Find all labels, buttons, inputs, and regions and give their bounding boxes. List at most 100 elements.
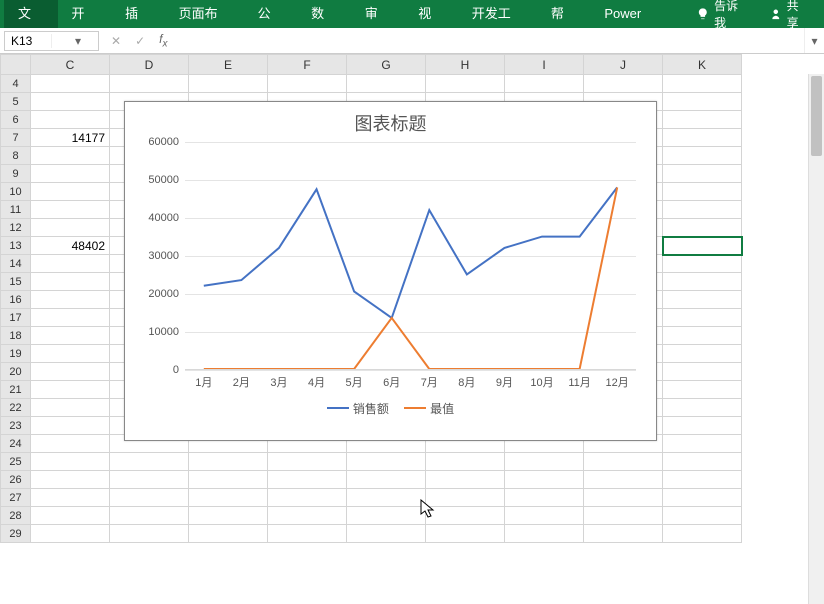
row-header-27[interactable]: 27 <box>1 489 31 507</box>
cell-I28[interactable] <box>505 507 584 525</box>
cell-C11[interactable] <box>31 201 110 219</box>
row-header-16[interactable]: 16 <box>1 291 31 309</box>
cell-C25[interactable] <box>31 453 110 471</box>
cell-C24[interactable] <box>31 435 110 453</box>
col-header-H[interactable]: H <box>426 55 505 75</box>
chart[interactable]: 图表标题 0100002000030000400005000060000 1月2… <box>124 101 657 441</box>
ribbon-tab-developer[interactable]: 开发工具 <box>458 0 537 28</box>
name-box[interactable]: K13 ▾ <box>4 31 99 51</box>
spreadsheet-grid[interactable]: CDEFGHIJK4567141778910111213484021415161… <box>0 54 824 604</box>
cell-J26[interactable] <box>584 471 663 489</box>
row-header-6[interactable]: 6 <box>1 111 31 129</box>
cell-G4[interactable] <box>347 75 426 93</box>
cell-C23[interactable] <box>31 417 110 435</box>
ribbon-tab-insert[interactable]: 插入 <box>111 0 165 28</box>
scrollbar-thumb[interactable] <box>811 76 822 156</box>
row-header-13[interactable]: 13 <box>1 237 31 255</box>
select-all-corner[interactable] <box>1 55 31 75</box>
cell-H28[interactable] <box>426 507 505 525</box>
cell-K15[interactable] <box>663 273 742 291</box>
cell-K17[interactable] <box>663 309 742 327</box>
cell-C4[interactable] <box>31 75 110 93</box>
ribbon-tab-data[interactable]: 数据 <box>297 0 351 28</box>
cell-J4[interactable] <box>584 75 663 93</box>
vertical-scrollbar[interactable] <box>808 74 824 604</box>
cell-C15[interactable] <box>31 273 110 291</box>
cell-K8[interactable] <box>663 147 742 165</box>
cell-K26[interactable] <box>663 471 742 489</box>
cell-J29[interactable] <box>584 525 663 543</box>
row-header-20[interactable]: 20 <box>1 363 31 381</box>
row-header-7[interactable]: 7 <box>1 129 31 147</box>
cell-C19[interactable] <box>31 345 110 363</box>
cell-I4[interactable] <box>505 75 584 93</box>
cell-K13[interactable] <box>663 237 742 255</box>
row-header-26[interactable]: 26 <box>1 471 31 489</box>
cell-I25[interactable] <box>505 453 584 471</box>
cell-K25[interactable] <box>663 453 742 471</box>
cell-K22[interactable] <box>663 399 742 417</box>
cell-H4[interactable] <box>426 75 505 93</box>
row-header-29[interactable]: 29 <box>1 525 31 543</box>
cell-K7[interactable] <box>663 129 742 147</box>
col-header-D[interactable]: D <box>110 55 189 75</box>
cell-K14[interactable] <box>663 255 742 273</box>
cell-D29[interactable] <box>110 525 189 543</box>
col-header-I[interactable]: I <box>505 55 584 75</box>
cell-K16[interactable] <box>663 291 742 309</box>
row-header-4[interactable]: 4 <box>1 75 31 93</box>
formula-bar-expand[interactable]: ▾ <box>804 28 824 53</box>
cell-F29[interactable] <box>268 525 347 543</box>
cell-C5[interactable] <box>31 93 110 111</box>
cell-K9[interactable] <box>663 165 742 183</box>
cell-F25[interactable] <box>268 453 347 471</box>
fx-icon[interactable]: fx <box>153 32 173 49</box>
ribbon-tab-view[interactable]: 视图 <box>404 0 458 28</box>
confirm-icon[interactable]: ✓ <box>135 34 145 48</box>
col-header-K[interactable]: K <box>663 55 742 75</box>
row-header-9[interactable]: 9 <box>1 165 31 183</box>
row-header-14[interactable]: 14 <box>1 255 31 273</box>
chevron-down-icon[interactable]: ▾ <box>51 34 98 48</box>
cell-C28[interactable] <box>31 507 110 525</box>
cell-C6[interactable] <box>31 111 110 129</box>
cell-G25[interactable] <box>347 453 426 471</box>
cell-J25[interactable] <box>584 453 663 471</box>
row-header-18[interactable]: 18 <box>1 327 31 345</box>
ribbon-tab-powerpivot[interactable]: Power Pivot <box>590 0 686 28</box>
cell-H27[interactable] <box>426 489 505 507</box>
row-header-10[interactable]: 10 <box>1 183 31 201</box>
cell-K5[interactable] <box>663 93 742 111</box>
row-header-15[interactable]: 15 <box>1 273 31 291</box>
ribbon-tab-help[interactable]: 帮助 <box>537 0 591 28</box>
cell-C21[interactable] <box>31 381 110 399</box>
cell-J27[interactable] <box>584 489 663 507</box>
cell-K19[interactable] <box>663 345 742 363</box>
tellme-button[interactable]: 告诉我 <box>686 0 759 31</box>
ribbon-tab-home[interactable]: 开始 <box>58 0 112 28</box>
cell-C17[interactable] <box>31 309 110 327</box>
cell-E26[interactable] <box>189 471 268 489</box>
cell-K20[interactable] <box>663 363 742 381</box>
cancel-icon[interactable]: ✕ <box>111 34 121 48</box>
cell-C10[interactable] <box>31 183 110 201</box>
cell-K28[interactable] <box>663 507 742 525</box>
cell-K12[interactable] <box>663 219 742 237</box>
cell-C29[interactable] <box>31 525 110 543</box>
row-header-17[interactable]: 17 <box>1 309 31 327</box>
cell-G27[interactable] <box>347 489 426 507</box>
row-header-24[interactable]: 24 <box>1 435 31 453</box>
col-header-G[interactable]: G <box>347 55 426 75</box>
row-header-23[interactable]: 23 <box>1 417 31 435</box>
cell-C12[interactable] <box>31 219 110 237</box>
cell-K23[interactable] <box>663 417 742 435</box>
row-header-12[interactable]: 12 <box>1 219 31 237</box>
cell-F28[interactable] <box>268 507 347 525</box>
col-header-E[interactable]: E <box>189 55 268 75</box>
cell-I26[interactable] <box>505 471 584 489</box>
cell-D28[interactable] <box>110 507 189 525</box>
cell-G29[interactable] <box>347 525 426 543</box>
cell-C9[interactable] <box>31 165 110 183</box>
col-header-C[interactable]: C <box>31 55 110 75</box>
cell-H26[interactable] <box>426 471 505 489</box>
